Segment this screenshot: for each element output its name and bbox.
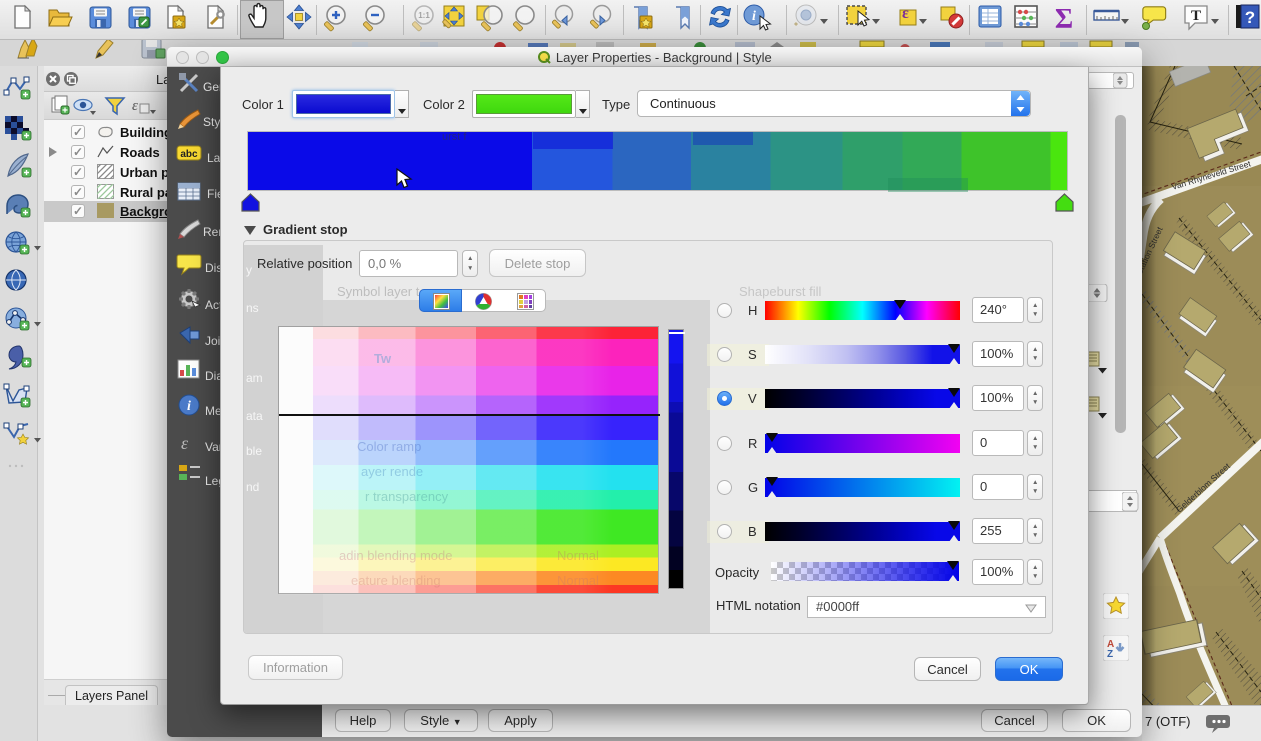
svg-text:T: T [1191,8,1201,24]
svg-text:Σ: Σ [1055,4,1073,35]
svg-text:?: ? [1245,8,1255,27]
svg-text:ε: ε [902,5,909,22]
svg-text:1:1: 1:1 [418,11,430,20]
svg-text:Z: Z [1107,649,1113,660]
svg-text:i: i [752,9,756,24]
svg-text:ε: ε [132,98,138,114]
